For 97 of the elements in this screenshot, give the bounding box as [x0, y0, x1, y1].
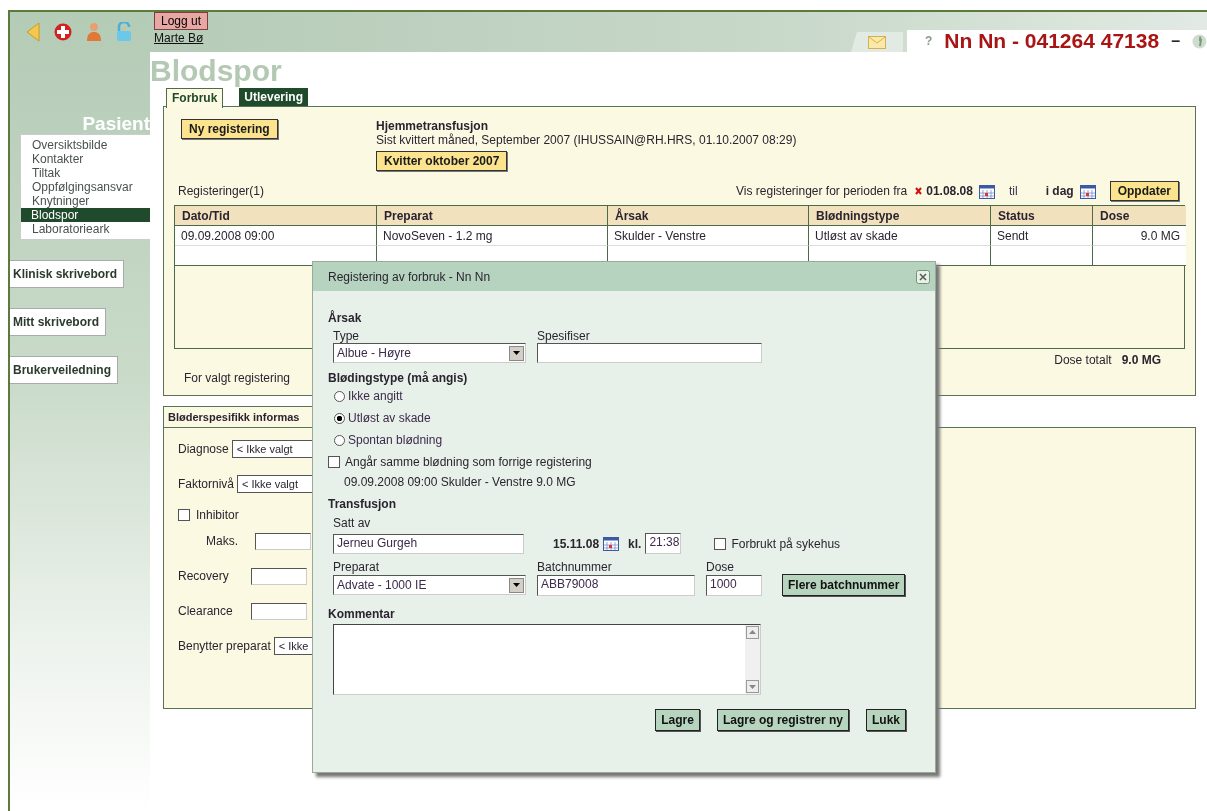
- dialog-title: Registering av forbruk - Nn Nn: [328, 269, 491, 284]
- new-registration-button[interactable]: Ny registering: [181, 119, 278, 139]
- field-label: Type: [333, 329, 360, 343]
- input-field[interactable]: ABB79008: [537, 574, 695, 596]
- calendar-icon[interactable]: [1079, 183, 1096, 199]
- receipt-info: Sist kvittert måned, September 2007 (IHUSSAIN@RH.HRS, 01.10.2007 08:29): [376, 133, 797, 147]
- selected-registration-label: For valgt registering: [184, 371, 291, 385]
- input-field[interactable]: 21:38: [645, 533, 682, 554]
- sidebar-item[interactable]: Oversiktsbilde: [21, 138, 150, 152]
- sidebar-item[interactable]: Oppfølgingsansvar: [21, 180, 150, 194]
- scroll-up-icon[interactable]: [746, 626, 759, 639]
- sidebar-item[interactable]: Laboratorieark: [21, 222, 150, 236]
- calendar-icon[interactable]: [603, 536, 620, 551]
- field-label: Spesifiser: [537, 329, 590, 343]
- page-title: Blodspor: [150, 54, 283, 88]
- scroll-down-icon[interactable]: [746, 680, 759, 693]
- tab[interactable]: Forbruk: [166, 88, 224, 108]
- tab[interactable]: Utlevering: [239, 88, 309, 106]
- section-heading: Årsak: [328, 311, 363, 325]
- section-heading: Kommentar: [328, 607, 396, 621]
- column-header[interactable]: Blødningstype: [809, 206, 991, 226]
- user-link[interactable]: Marte Bø: [154, 31, 204, 45]
- section-heading: Blødingstype (må angis): [328, 371, 469, 385]
- close-icon[interactable]: [916, 269, 930, 284]
- dose-total: 9.0 MG: [1121, 353, 1161, 367]
- from-date: 01.08.08: [926, 184, 973, 198]
- checkbox[interactable]: [714, 537, 727, 550]
- dose-total-label: Dose totalt: [1054, 353, 1112, 367]
- field-label: Diagnose: [178, 442, 229, 456]
- to-label: til: [1008, 184, 1018, 198]
- checkbox-label: Forbrukt på sykehus: [731, 536, 841, 551]
- table-cell: 9.0 MG: [1093, 226, 1186, 246]
- sidebar-button[interactable]: Brukerveiledning: [10, 356, 119, 384]
- field-label: Dose: [706, 560, 734, 574]
- calendar-icon[interactable]: [978, 183, 995, 199]
- sidebar-item[interactable]: Blodspor: [21, 208, 150, 222]
- info-icon[interactable]: [1192, 33, 1207, 49]
- time-label: kl.: [628, 536, 642, 551]
- dialog-button[interactable]: Lagre: [655, 709, 700, 731]
- section-heading: Transfusjon: [328, 497, 397, 511]
- sidebar-button[interactable]: Klinisk skrivebord: [10, 260, 125, 288]
- column-header[interactable]: Dato/Tid: [175, 206, 377, 226]
- sidebar-heading: Pasient: [81, 114, 150, 134]
- dialog-button[interactable]: Lukk: [866, 709, 906, 731]
- dialog-button[interactable]: Lagre og registrer ny: [716, 709, 849, 731]
- field-label: Satt av: [332, 516, 372, 531]
- checkbox-label: Angår samme blødning som forrige registering: [345, 455, 592, 469]
- field-label: Recovery: [178, 569, 230, 583]
- dropdown[interactable]: Albue - Høyre: [333, 343, 526, 363]
- clear-icon[interactable]: [915, 187, 923, 195]
- table-cell: Utløst av skade: [809, 226, 991, 246]
- section-title: Hjemmetransfusjon: [376, 119, 489, 133]
- field-label: Maks.: [206, 534, 239, 548]
- update-button[interactable]: Oppdater: [1109, 181, 1179, 201]
- receipt-button[interactable]: Kvitter oktober 2007: [376, 151, 508, 171]
- column-header[interactable]: Preparat: [377, 206, 608, 226]
- scrollbar[interactable]: [745, 625, 760, 694]
- field-label: Preparat: [333, 560, 381, 574]
- radio-label: Ikke angitt: [348, 389, 403, 403]
- registration-count: Registeringer(1): [177, 184, 266, 198]
- field-label: Benytter preparat: [178, 639, 271, 653]
- radio-button[interactable]: [334, 390, 345, 402]
- field-label: Batchnummer: [537, 560, 613, 574]
- column-header[interactable]: Årsak: [608, 206, 809, 226]
- input-field[interactable]: [251, 602, 307, 620]
- to-date: i dag: [1045, 184, 1074, 198]
- column-header[interactable]: Dose: [1093, 206, 1186, 226]
- checkbox[interactable]: [178, 509, 190, 521]
- input-field[interactable]: [537, 343, 762, 363]
- checkbox-label: Inhibitor: [196, 508, 239, 522]
- input-field[interactable]: 1000: [706, 574, 762, 596]
- input-field[interactable]: [255, 532, 311, 550]
- period-label: Vis registeringer for perioden fra: [736, 184, 908, 198]
- sidebar-button[interactable]: Mitt skrivebord: [10, 308, 106, 336]
- logout-button[interactable]: Logg ut: [154, 12, 209, 30]
- table-cell: Skulder - Venstre: [608, 226, 809, 246]
- more-batch-button[interactable]: Flere batchnummer: [782, 574, 906, 596]
- sidebar-item[interactable]: Tiltak: [21, 166, 150, 180]
- table-cell: Sendt: [991, 226, 1093, 246]
- input-field[interactable]: Jerneu Gurgeh: [333, 533, 524, 554]
- patient-name: Nn Nn - 041264 47138: [944, 29, 1160, 53]
- dropdown[interactable]: Advate - 1000 IE: [333, 575, 526, 595]
- checkbox[interactable]: [328, 456, 340, 468]
- field-label: Clearance: [178, 604, 234, 618]
- radio-button[interactable]: [334, 434, 345, 446]
- separator-dash: –: [1171, 32, 1181, 50]
- medical-cross-icon[interactable]: [54, 23, 72, 41]
- date-text: 15.11.08: [553, 536, 600, 551]
- column-header[interactable]: Status: [991, 206, 1093, 226]
- table-cell: NovoSeven - 1.2 mg: [377, 226, 608, 246]
- input-field[interactable]: [251, 567, 307, 585]
- sidebar-item[interactable]: Kontakter: [21, 152, 150, 166]
- radio-button[interactable]: [334, 412, 345, 424]
- comment-field[interactable]: [333, 624, 761, 695]
- table-cell: 09.09.2008 09:00: [175, 226, 377, 246]
- sidebar-item[interactable]: Knytninger: [21, 194, 150, 208]
- field-label: Faktornivå: [178, 477, 235, 491]
